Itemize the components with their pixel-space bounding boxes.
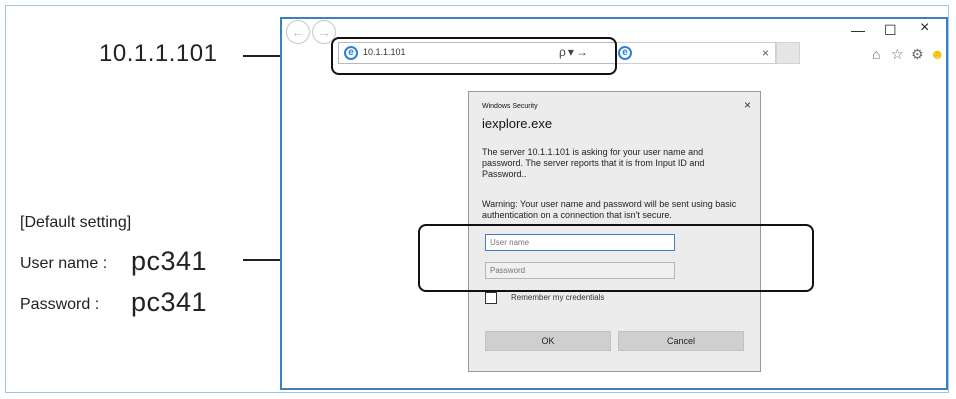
browser-tab[interactable]: e ×	[614, 42, 776, 64]
ok-button[interactable]: OK	[485, 331, 611, 351]
tab-ie-logo-icon: e	[618, 46, 632, 60]
back-button[interactable]: ←	[286, 20, 310, 44]
password-label: Password :	[20, 296, 100, 313]
tab-close-icon[interactable]: ×	[762, 46, 769, 60]
smiley-icon[interactable]: ☻	[930, 46, 945, 62]
dialog-title: iexplore.exe	[482, 116, 553, 131]
settings-icon[interactable]: ⚙	[911, 46, 924, 63]
credentials-highlight-box	[418, 224, 814, 292]
user-name-label: User name :	[20, 255, 108, 272]
default-setting-heading: [Default setting]	[20, 214, 132, 231]
minimize-icon[interactable]: —	[851, 22, 865, 38]
favorites-icon[interactable]: ☆	[891, 46, 904, 63]
dialog-warning: Warning: Your user name and password wil…	[482, 199, 737, 220]
dialog-close-icon[interactable]: ×	[744, 98, 751, 112]
ip-address-callout: 10.1.1.101	[99, 40, 218, 67]
address-highlight-box	[331, 37, 617, 75]
remember-credentials-label: Remember my credentials	[511, 293, 605, 302]
forward-arrow-icon: →	[317, 24, 331, 40]
dialog-caption: Windows Security	[482, 103, 538, 110]
home-icon[interactable]: ⌂	[872, 46, 880, 62]
close-window-icon[interactable]: ×	[920, 19, 929, 37]
cancel-button[interactable]: Cancel	[618, 331, 744, 351]
new-tab-button[interactable]	[776, 42, 800, 64]
dialog-message: The server 10.1.1.101 is asking for your…	[482, 147, 705, 179]
back-arrow-icon: ←	[291, 24, 305, 40]
remember-credentials-checkbox[interactable]	[485, 292, 497, 304]
maximize-icon[interactable]: ☐	[884, 22, 897, 39]
password-value: pc341	[131, 287, 208, 317]
user-name-value: pc341	[131, 246, 208, 276]
